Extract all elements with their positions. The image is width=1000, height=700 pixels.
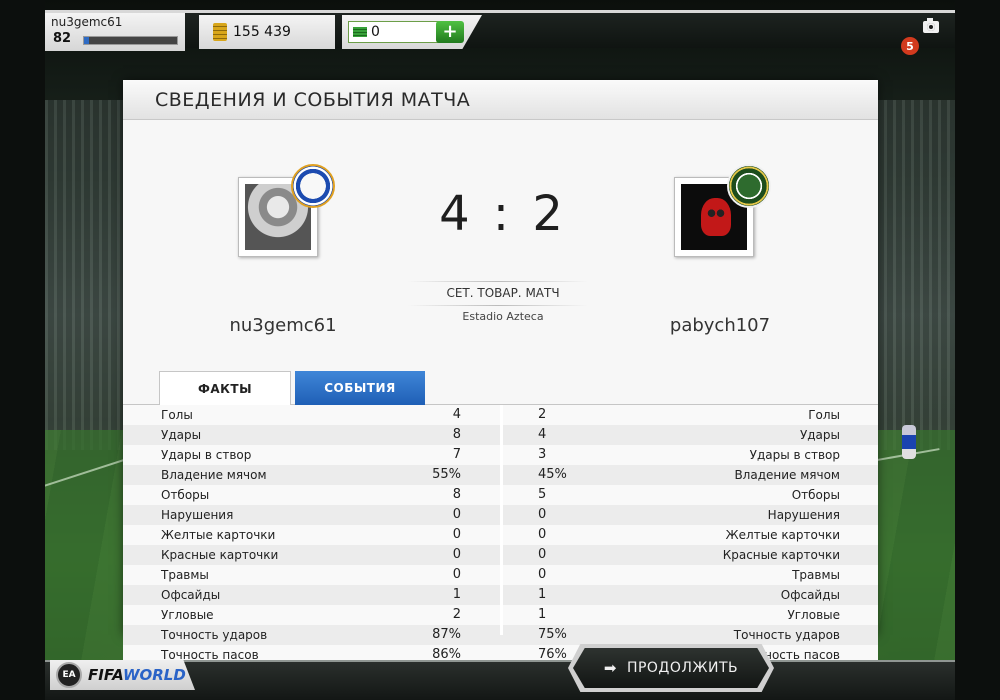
match-score: 4 : 2 xyxy=(439,186,567,242)
tab-events[interactable]: СОБЫТИЯ xyxy=(295,371,425,405)
stat-label-away: Голы xyxy=(808,408,840,422)
match-details-panel: СВЕДЕНИЯ И СОБЫТИЯ МАТЧА 4 : 2 СЕТ. ТОВА… xyxy=(123,80,878,665)
stat-value-away: 0 xyxy=(538,567,547,582)
stat-label-home: Голы xyxy=(161,408,193,422)
panel-title: СВЕДЕНИЯ И СОБЫТИЯ МАТЧА xyxy=(155,88,471,111)
stat-value-home: 0 xyxy=(452,567,461,582)
stat-value-away: 45% xyxy=(538,467,567,482)
stat-value-home: 8 xyxy=(452,427,461,442)
add-points-button[interactable]: + xyxy=(436,21,464,43)
stat-label-home: Владение мячом xyxy=(161,468,267,482)
stat-label-home: Угловые xyxy=(161,608,214,622)
stat-label-away: Владение мячом xyxy=(734,468,840,482)
stat-value-away: 0 xyxy=(538,507,547,522)
stats-center-separator xyxy=(500,405,503,635)
user-level: 82 xyxy=(53,31,72,46)
xp-progress-bar xyxy=(83,36,178,45)
stat-label-away: Угловые xyxy=(787,608,840,622)
logo-text: FIFAWORLD xyxy=(88,666,186,684)
stands-right xyxy=(875,100,955,450)
coins-value: 155 439 xyxy=(233,24,291,40)
stat-value-away: 3 xyxy=(538,447,547,462)
stat-label-away: Офсайды xyxy=(780,588,840,602)
panel-header: СВЕДЕНИЯ И СОБЫТИЯ МАТЧА xyxy=(123,80,878,120)
stat-label-home: Отборы xyxy=(161,488,210,502)
continue-label: ПРОДОЛЖИТЬ xyxy=(626,660,739,676)
stat-value-away: 2 xyxy=(538,407,547,422)
stat-label-home: Желтые карточки xyxy=(161,528,276,542)
stat-label-home: Удары xyxy=(161,428,202,442)
right-border xyxy=(955,0,1000,700)
stat-value-home: 0 xyxy=(452,527,461,542)
stat-label-away: Красные карточки xyxy=(722,548,840,562)
stat-label-home: Нарушения xyxy=(161,508,234,522)
user-profile[interactable]: nu3gemc61 82 xyxy=(45,13,185,51)
points-value: 0 xyxy=(371,24,380,40)
stat-value-away: 0 xyxy=(538,547,547,562)
match-summary: 4 : 2 СЕТ. ТОВАР. МАТЧ Estadio Azteca nu… xyxy=(123,120,878,365)
arrow-right-icon: ➡ xyxy=(603,659,617,677)
stat-value-home: 0 xyxy=(452,547,461,562)
logo-fifa: FIFA xyxy=(88,666,123,684)
tabs-bar: ФАКТЫ СОБЫТИЯ xyxy=(123,365,878,405)
home-club-badge xyxy=(291,164,335,208)
username: nu3gemc61 xyxy=(51,15,123,29)
stat-value-away: 5 xyxy=(538,487,547,502)
notification-badge[interactable]: 5 xyxy=(901,37,919,55)
match-type: СЕТ. ТОВАР. МАТЧ xyxy=(446,286,560,300)
stat-value-home: 8 xyxy=(452,487,461,502)
points-box: 0 xyxy=(348,21,440,43)
logo-world: WORLD xyxy=(122,666,186,684)
stat-value-home: 55% xyxy=(432,467,461,482)
stat-value-away: 1 xyxy=(538,607,547,622)
stat-value-home: 7 xyxy=(452,447,461,462)
score-divider xyxy=(408,305,588,306)
home-player-name: nu3gemc61 xyxy=(229,315,337,336)
stats-table: Голы 4 2 Голы Удары 8 4 Удары Удары в створ 7 3 Уда… xyxy=(123,405,878,665)
stat-value-away: 4 xyxy=(538,427,547,442)
stat-value-away: 75% xyxy=(538,627,567,642)
away-club-badge xyxy=(727,164,771,208)
skull-icon xyxy=(701,198,731,236)
stat-label-away: Точность ударов xyxy=(733,628,840,642)
continue-button[interactable]: ➡ ПРОДОЛЖИТЬ xyxy=(573,648,769,688)
stat-value-home: 87% xyxy=(432,627,461,642)
stat-value-home: 4 xyxy=(452,407,461,422)
stat-value-away: 0 xyxy=(538,527,547,542)
tab-facts[interactable]: ФАКТЫ xyxy=(159,371,291,405)
stat-label-home: Офсайды xyxy=(161,588,221,602)
background-player xyxy=(902,425,916,459)
stat-label-away: Отборы xyxy=(791,488,840,502)
coins-icon xyxy=(213,23,227,41)
stat-label-away: Травмы xyxy=(792,568,840,582)
match-venue: Estadio Azteca xyxy=(462,310,544,323)
stat-label-home: Удары в створ xyxy=(161,448,252,462)
stat-label-away: Удары в створ xyxy=(749,448,840,462)
stat-label-away: Желтые карточки xyxy=(725,528,840,542)
top-bar: nu3gemc61 82 155 439 0 + 5 xyxy=(45,10,955,55)
away-player-name: pabych107 xyxy=(669,315,771,336)
ea-sports-icon: EA xyxy=(56,662,82,688)
score-divider xyxy=(408,281,588,282)
points-icon xyxy=(353,27,367,37)
left-border xyxy=(0,0,45,700)
stat-label-away: Удары xyxy=(799,428,840,442)
stat-value-home: 1 xyxy=(452,587,461,602)
fifa-world-logo: EA FIFAWORLD xyxy=(50,660,195,690)
stat-label-home: Точность ударов xyxy=(161,628,268,642)
camera-icon[interactable] xyxy=(923,18,939,33)
stat-label-home: Красные карточки xyxy=(161,548,279,562)
stat-label-home: Травмы xyxy=(161,568,209,582)
coins-counter[interactable]: 155 439 xyxy=(199,15,335,49)
stat-value-home: 0 xyxy=(452,507,461,522)
stat-value-home: 2 xyxy=(452,607,461,622)
xp-progress-fill xyxy=(84,37,89,44)
stat-value-away: 1 xyxy=(538,587,547,602)
stat-label-away: Нарушения xyxy=(767,508,840,522)
